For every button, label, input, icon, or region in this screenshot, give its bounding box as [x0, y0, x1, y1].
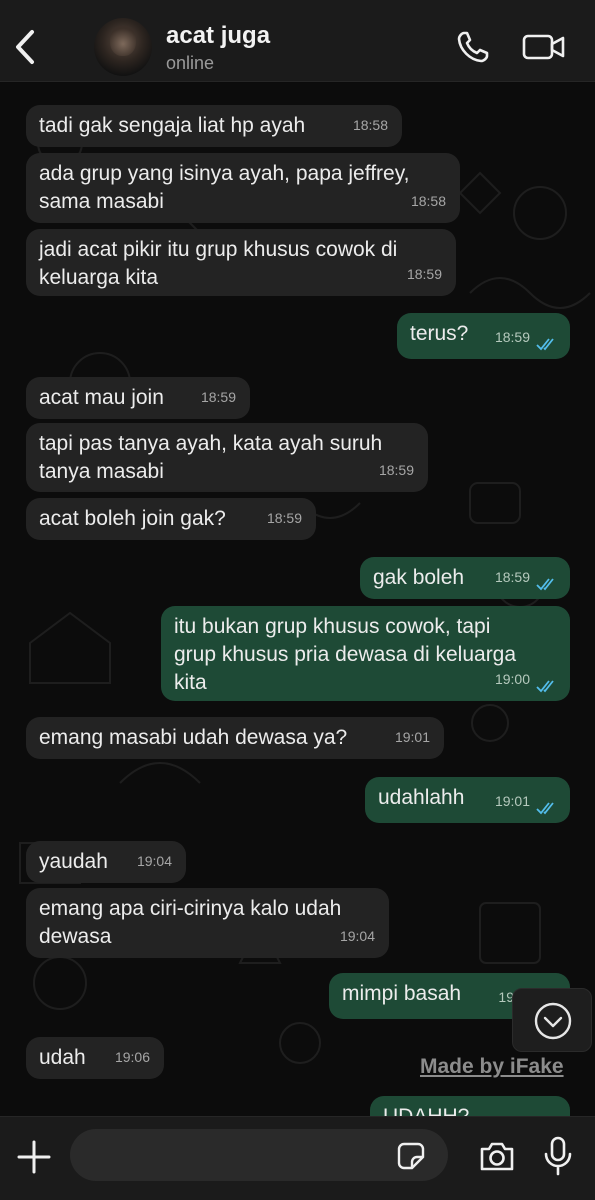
scroll-to-bottom-button[interactable] [512, 988, 592, 1052]
message-bubble-in[interactable]: emang apa ciri-cirinya kalo udah dewasa … [26, 888, 389, 958]
voice-call-button[interactable] [456, 30, 490, 64]
message-bubble-in[interactable]: acat boleh join gak? 18:59 [26, 498, 316, 540]
message-text: UDAHH? [383, 1105, 469, 1116]
message-time: 18:59 [406, 266, 442, 282]
back-button[interactable] [10, 24, 42, 70]
double-check-icon [536, 680, 554, 693]
chevron-left-icon [16, 30, 34, 64]
microphone-icon [544, 1136, 572, 1176]
message-bubble-in[interactable]: acat mau join 18:59 [26, 377, 250, 419]
message-time: 19:06 [114, 1049, 150, 1065]
message-bubble-out[interactable]: udahlahh 19:01 [365, 777, 570, 823]
phone-icon [457, 31, 489, 63]
camera-icon [480, 1142, 514, 1171]
message-bubble-in[interactable]: jadi acat pikir itu grup khusus cowok di… [26, 229, 456, 296]
double-check-icon [536, 802, 554, 815]
message-text: terus? [410, 322, 469, 345]
message-text: gak boleh [373, 566, 465, 589]
contact-status: online [166, 53, 215, 73]
message-bubble-out[interactable]: UDAHH? [370, 1096, 570, 1116]
message-bubble-out[interactable]: terus? 18:59 [397, 313, 570, 359]
plus-icon [17, 1140, 51, 1174]
double-check-icon [536, 338, 554, 351]
message-bubble-in[interactable]: udah 19:06 [26, 1037, 164, 1079]
sticker-icon [397, 1142, 425, 1170]
message-time: 19:00 [494, 671, 530, 687]
message-text: tadi gak sengaja liat hp ayah [39, 114, 306, 137]
message-time: 18:59 [378, 462, 414, 478]
message-bubble-in[interactable]: tadi gak sengaja liat hp ayah 18:58 [26, 105, 402, 147]
message-list[interactable]: tadi gak sengaja liat hp ayah 18:58 ada … [0, 83, 595, 1116]
sticker-button[interactable] [396, 1141, 426, 1171]
message-text: emang apa ciri-cirinya kalo udah dewasa [39, 897, 342, 948]
message-time: 18:59 [494, 569, 530, 585]
message-time: 19:01 [494, 793, 530, 809]
message-text: emang masabi udah dewasa ya? [39, 726, 348, 749]
message-text: udah [39, 1046, 86, 1069]
message-bubble-in[interactable]: yaudah 19:04 [26, 841, 186, 883]
message-time: 19:04 [339, 928, 375, 944]
voice-note-button[interactable] [542, 1135, 574, 1177]
message-time: 18:58 [352, 117, 388, 133]
attach-button[interactable] [16, 1139, 52, 1175]
message-time: 19:04 [136, 853, 172, 869]
video-call-button[interactable] [522, 33, 566, 61]
message-text: acat mau join [39, 386, 164, 409]
contact-name[interactable]: acat juga [166, 22, 270, 50]
message-time: 19:01 [394, 729, 430, 745]
message-input[interactable] [70, 1129, 448, 1181]
message-time: 18:59 [200, 389, 236, 405]
message-text: udahlahh [378, 786, 465, 809]
chevron-down-icon [534, 1002, 572, 1040]
message-time: 18:59 [266, 510, 302, 526]
message-text: ada grup yang isinya ayah, papa jeffrey,… [39, 162, 410, 213]
message-text: acat boleh join gak? [39, 507, 226, 530]
composer-bar [0, 1116, 595, 1200]
message-text: itu bukan grup khusus cowok, tapi grup k… [174, 615, 517, 694]
camera-button[interactable] [478, 1139, 516, 1173]
message-time: 18:59 [494, 329, 530, 345]
message-text: yaudah [39, 850, 108, 873]
watermark-text: Made by iFake [420, 1055, 564, 1078]
avatar[interactable] [94, 18, 152, 76]
message-time: 18:58 [410, 193, 446, 209]
message-bubble-in[interactable]: tapi pas tanya ayah, kata ayah suruh tan… [26, 423, 428, 492]
video-camera-icon [522, 34, 565, 60]
double-check-icon [536, 578, 554, 591]
message-text: tapi pas tanya ayah, kata ayah suruh tan… [39, 432, 383, 483]
chat-header: acat juga online [0, 0, 595, 82]
message-bubble-in[interactable]: ada grup yang isinya ayah, papa jeffrey,… [26, 153, 460, 223]
message-bubble-in[interactable]: emang masabi udah dewasa ya? 19:01 [26, 717, 444, 759]
message-bubble-out[interactable]: gak boleh 18:59 [360, 557, 570, 599]
message-text: mimpi basah [342, 982, 462, 1005]
message-bubble-out[interactable]: itu bukan grup khusus cowok, tapi grup k… [161, 606, 570, 701]
message-text: jadi acat pikir itu grup khusus cowok di… [39, 238, 398, 289]
